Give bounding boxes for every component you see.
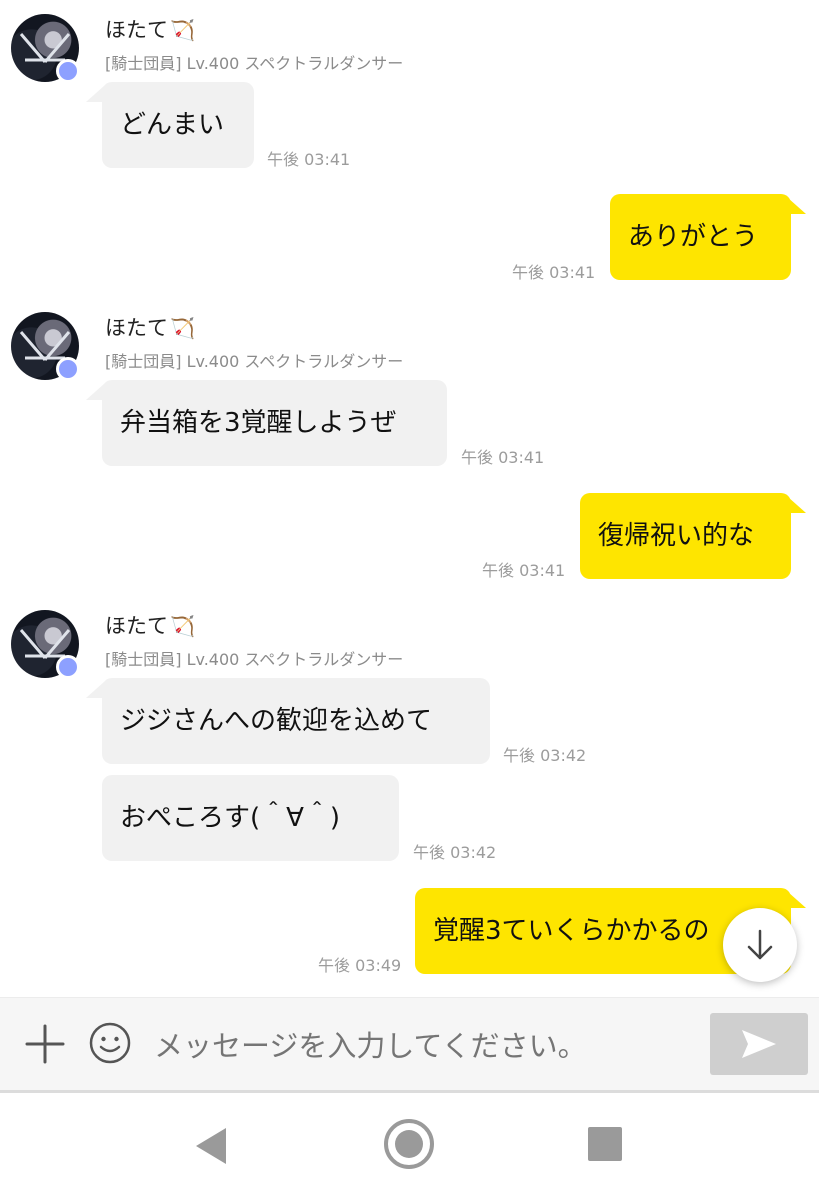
add-attachment-icon[interactable] [23,1022,67,1066]
message-time: 午後 03:41 [482,561,566,580]
message-time: 午後 03:42 [503,746,587,765]
online-status-dot [56,59,80,83]
online-status-dot [56,357,80,381]
message-bubble-incoming[interactable]: 弁当箱を3覚醒しようぜ [102,380,447,466]
scroll-to-bottom-button[interactable] [723,908,797,982]
send-button[interactable] [710,1013,808,1075]
message-bubble-incoming[interactable]: ジジさんへの歓迎を込めて [102,678,490,764]
online-status-dot [56,655,80,679]
message-time: 午後 03:42 [413,843,497,862]
bubble-tail [788,892,806,908]
message-input[interactable] [152,1020,696,1072]
message-time: 午後 03:41 [267,150,351,169]
message-time: 午後 03:41 [461,448,545,467]
message-bubble-incoming[interactable]: おぺころす(＾∀＾) [102,775,399,861]
back-icon[interactable] [192,1124,232,1168]
emoji-icon[interactable] [88,1021,132,1065]
bow-arrow-icon: 🏹 [170,316,195,340]
message-time: 午後 03:41 [512,263,596,282]
message-bubble-outgoing[interactable]: 復帰祝い的な [580,493,791,579]
sender-name[interactable]: ほたて 🏹 [105,610,195,640]
bubble-tail [788,497,806,513]
sender-guild: [騎士団員] Lv.400 スペクトラルダンサー [105,650,404,669]
message-bubble-incoming[interactable]: どんまい [102,82,254,168]
bubble-tail [788,198,806,214]
message-time: 午後 03:49 [318,956,402,975]
bow-arrow-icon: 🏹 [170,18,195,42]
recent-apps-icon[interactable] [588,1127,622,1161]
sender-name[interactable]: ほたて 🏹 [105,14,195,44]
bow-arrow-icon: 🏹 [170,614,195,638]
send-icon [742,1030,776,1058]
home-icon[interactable] [382,1117,436,1171]
sender-guild: [騎士団員] Lv.400 スペクトラルダンサー [105,352,404,371]
sender-guild: [騎士団員] Lv.400 スペクトラルダンサー [105,54,404,73]
arrow-down-icon [747,929,773,960]
message-bubble-outgoing[interactable]: ありがとう [610,194,791,280]
sender-name[interactable]: ほたて 🏹 [105,312,195,342]
